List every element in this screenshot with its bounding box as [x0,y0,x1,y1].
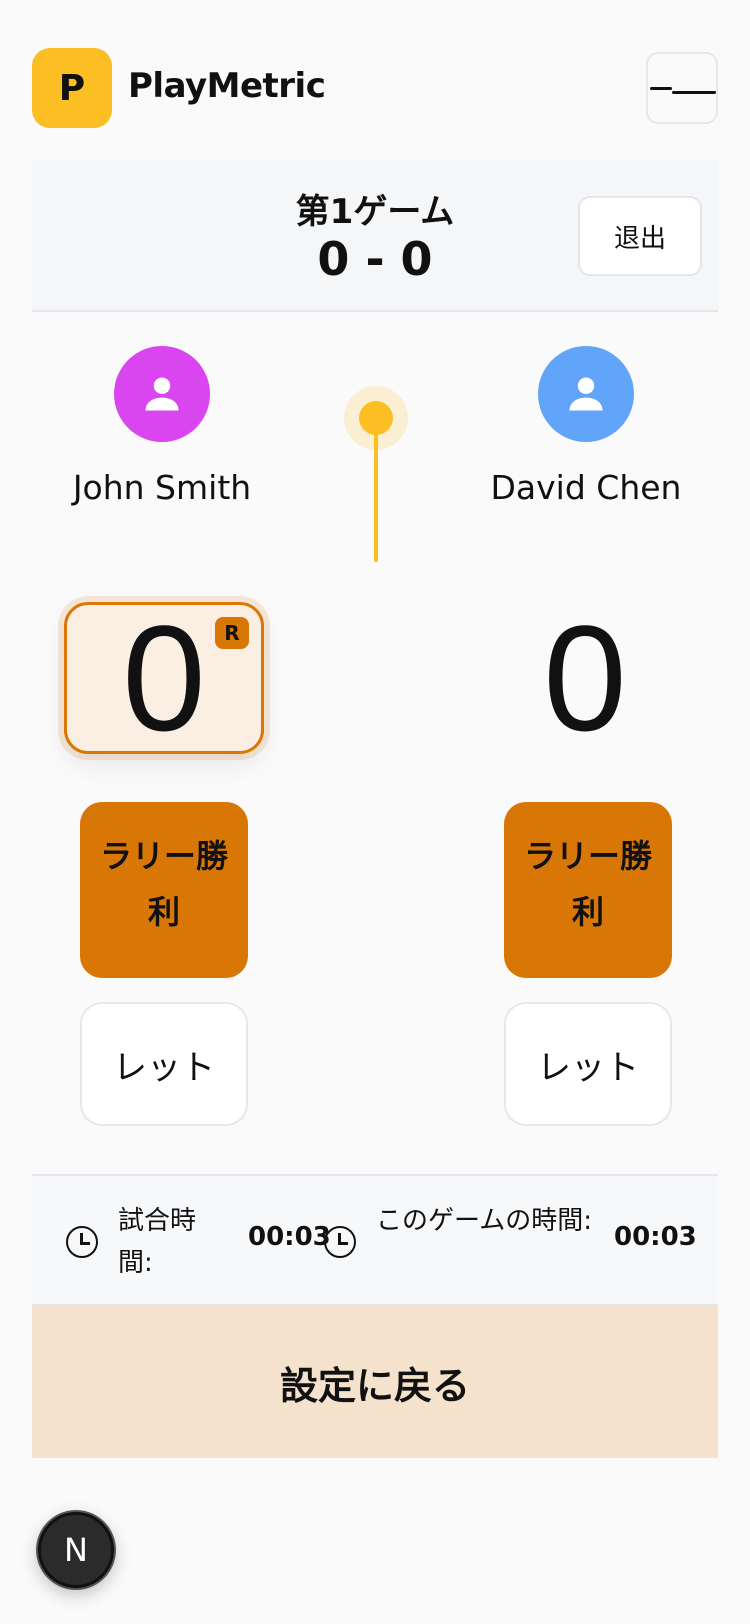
app-logo: P [32,48,112,128]
user-icon [569,377,603,411]
serve-indicator [359,401,393,435]
user-icon [145,377,179,411]
game-header: 第1ゲーム 0 - 0 退出 [32,160,718,312]
avatar [538,346,634,442]
score-right: 0 [470,602,700,754]
scoreboard-page: P PlayMetric 第1ゲーム 0 - 0 退出 John Smith D… [0,0,750,1624]
clock-icon [66,1226,98,1258]
rally-win-button-left[interactable]: ラリー勝利 [80,802,248,978]
app-header: P PlayMetric [32,48,718,128]
player-name: John Smith [72,468,252,507]
score-left: 0 R [64,602,264,754]
let-button-left[interactable]: レット [80,1002,248,1126]
menu-icon [650,87,672,90]
menu-icon-bar [672,91,716,94]
score-value: 0 [543,594,627,762]
match-time-value: 00:03 [248,1222,331,1252]
player-name: David Chen [490,468,682,507]
timer-bar: 試合時間: 00:03 このゲームの時間: 00:03 [32,1174,718,1306]
menu-button[interactable] [646,52,718,124]
clock-icon [324,1226,356,1258]
player-right: David Chen [456,346,716,507]
game-time-value: 00:03 [614,1222,697,1252]
match-time-label: 試合時間: [118,1206,197,1278]
let-button-right[interactable]: レット [504,1002,672,1126]
score-value: 0 [122,594,206,762]
rally-win-button-right[interactable]: ラリー勝利 [504,802,672,978]
avatar [114,346,210,442]
receiver-badge: R [215,617,249,649]
game-time-label: このゲームの時間: [376,1206,592,1236]
player-left: John Smith [32,346,292,507]
exit-button[interactable]: 退出 [578,196,702,276]
brand-name: PlayMetric [128,66,326,106]
back-to-settings-button[interactable]: 設定に戻る [32,1306,718,1458]
serve-indicator-line [374,430,378,562]
dev-tools-button[interactable]: N [38,1512,114,1588]
